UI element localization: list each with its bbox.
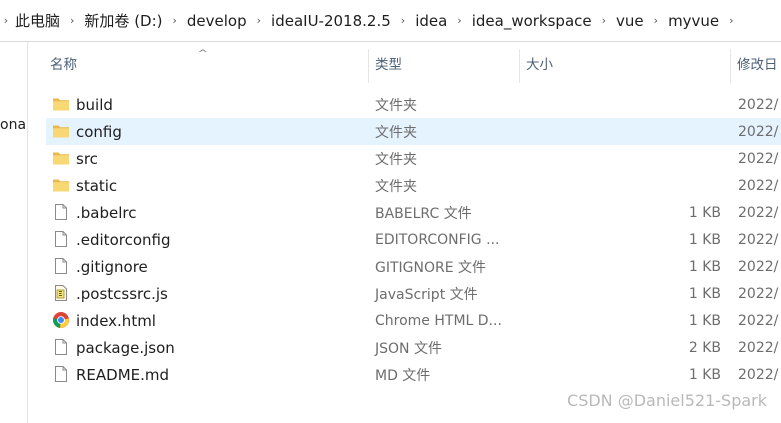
file-date-modified: 2022/	[738, 285, 779, 302]
file-size: 1 KB	[688, 258, 721, 275]
breadcrumb-item[interactable]: vue	[613, 12, 647, 30]
breadcrumb-separator-icon[interactable]: ›	[63, 14, 81, 27]
breadcrumb-item[interactable]: develop	[184, 12, 250, 30]
breadcrumb-item[interactable]: 新加卷 (D:)	[81, 10, 165, 31]
folder-icon	[52, 176, 70, 194]
file-name: build	[76, 95, 113, 114]
file-name: README.md	[76, 365, 170, 384]
file-row[interactable]: src 文件夹 2022/	[46, 145, 781, 172]
file-name: config	[76, 122, 122, 141]
breadcrumb-item[interactable]: 此电脑	[12, 10, 63, 31]
file-date-modified: 2022/	[738, 96, 779, 113]
file-type: 文件夹	[375, 97, 417, 114]
address-bar[interactable]: › 此电脑 › 新加卷 (D:) › develop › ideaIU-2018.2.5 › i…	[0, 0, 781, 42]
file-name: index.html	[76, 311, 156, 330]
folder-icon	[52, 149, 70, 167]
chevron-right-icon[interactable]: ›	[0, 0, 12, 42]
file-type: 文件夹	[375, 178, 417, 195]
file-list: build 文件夹 2022/config 文件夹 2022/src 文件夹 2022/st…	[46, 91, 781, 388]
file-icon	[52, 365, 70, 383]
file-type: BABELRC 文件	[375, 205, 472, 222]
file-icon	[52, 257, 70, 275]
file-name: .editorconfig	[76, 230, 171, 249]
file-row[interactable]: config 文件夹 2022/	[46, 118, 781, 145]
file-row[interactable]: index.html Chrome HTML D... 1 KB 2022/	[46, 307, 781, 334]
breadcrumb-separator-icon[interactable]: ›	[450, 14, 468, 27]
file-name: .postcssrc.js	[76, 284, 168, 303]
file-name: .babelrc	[76, 203, 137, 222]
column-header: 名称 类型 大小 修改日	[28, 43, 781, 83]
breadcrumb-separator-icon[interactable]: ›	[250, 14, 268, 27]
file-row[interactable]: .postcssrc.js JavaScript 文件 1 KB 2022/	[46, 280, 781, 307]
watermark: CSDN @Daniel521-Spark	[567, 391, 767, 410]
file-row[interactable]: .babelrc BABELRC 文件 1 KB 2022/	[46, 199, 781, 226]
file-row[interactable]: static 文件夹 2022/	[46, 172, 781, 199]
file-size: 1 KB	[688, 231, 721, 248]
file-size: 1 KB	[688, 366, 721, 383]
folder-icon	[52, 95, 70, 113]
file-row[interactable]: build 文件夹 2022/	[46, 91, 781, 118]
file-type: 文件夹	[375, 151, 417, 168]
file-size: 1 KB	[688, 204, 721, 221]
file-row[interactable]: .editorconfig EDITORCONFIG ... 1 KB 2022/	[46, 226, 781, 253]
chrome-icon	[52, 311, 70, 329]
breadcrumb-item[interactable]: myvue	[665, 12, 722, 30]
file-row[interactable]: package.json JSON 文件 2 KB 2022/	[46, 334, 781, 361]
breadcrumb-separator-icon[interactable]: ›	[166, 14, 184, 27]
file-type: MD 文件	[375, 367, 431, 384]
file-date-modified: 2022/	[738, 366, 779, 383]
folder-icon	[52, 122, 70, 140]
breadcrumb-separator-icon[interactable]: ›	[595, 14, 613, 27]
breadcrumb-item[interactable]: idea_workspace	[469, 12, 595, 30]
column-header-type[interactable]: 类型	[369, 43, 519, 83]
file-date-modified: 2022/	[738, 339, 779, 356]
file-icon	[52, 203, 70, 221]
column-header-date[interactable]: 修改日	[731, 43, 781, 83]
file-date-modified: 2022/	[738, 123, 779, 140]
file-date-modified: 2022/	[738, 231, 779, 248]
file-icon	[52, 230, 70, 248]
file-date-modified: 2022/	[738, 204, 779, 221]
file-size: 1 KB	[688, 285, 721, 302]
breadcrumb-item[interactable]: idea	[412, 12, 450, 30]
file-icon	[52, 338, 70, 356]
file-name: static	[76, 176, 118, 195]
file-date-modified: 2022/	[738, 258, 779, 275]
file-type: JSON 文件	[375, 340, 442, 357]
column-header-size[interactable]: 大小	[520, 43, 730, 83]
file-type: JavaScript 文件	[375, 286, 478, 303]
sort-ascending-icon: ^	[197, 49, 209, 59]
file-size: 2 KB	[688, 339, 721, 356]
breadcrumb-separator-icon[interactable]: ›	[394, 14, 412, 27]
file-type: Chrome HTML D...	[375, 312, 502, 329]
breadcrumb-item[interactable]: ideaIU-2018.2.5	[268, 12, 394, 30]
file-row[interactable]: README.md MD 文件 1 KB 2022/	[46, 361, 781, 388]
file-type: GITIGNORE 文件	[375, 259, 487, 276]
nav-pane-item-label[interactable]: ona	[0, 117, 26, 133]
file-name: .gitignore	[76, 257, 148, 276]
breadcrumb-separator-icon[interactable]: ›	[647, 14, 665, 27]
navigation-pane[interactable]: ona	[0, 42, 28, 423]
file-name: src	[76, 149, 98, 168]
file-row[interactable]: .gitignore GITIGNORE 文件 1 KB 2022/	[46, 253, 781, 280]
file-date-modified: 2022/	[738, 177, 779, 194]
file-type: EDITORCONFIG ...	[375, 231, 500, 248]
file-date-modified: 2022/	[738, 312, 779, 329]
javascript-file-icon	[52, 284, 70, 302]
file-size: 1 KB	[688, 312, 721, 329]
file-date-modified: 2022/	[738, 150, 779, 167]
breadcrumb: 此电脑 › 新加卷 (D:) › develop › ideaIU-2018.2.5 › ide…	[12, 0, 741, 42]
breadcrumb-separator-icon[interactable]: ›	[722, 14, 740, 27]
file-type: 文件夹	[375, 124, 417, 141]
file-name: package.json	[76, 338, 175, 357]
